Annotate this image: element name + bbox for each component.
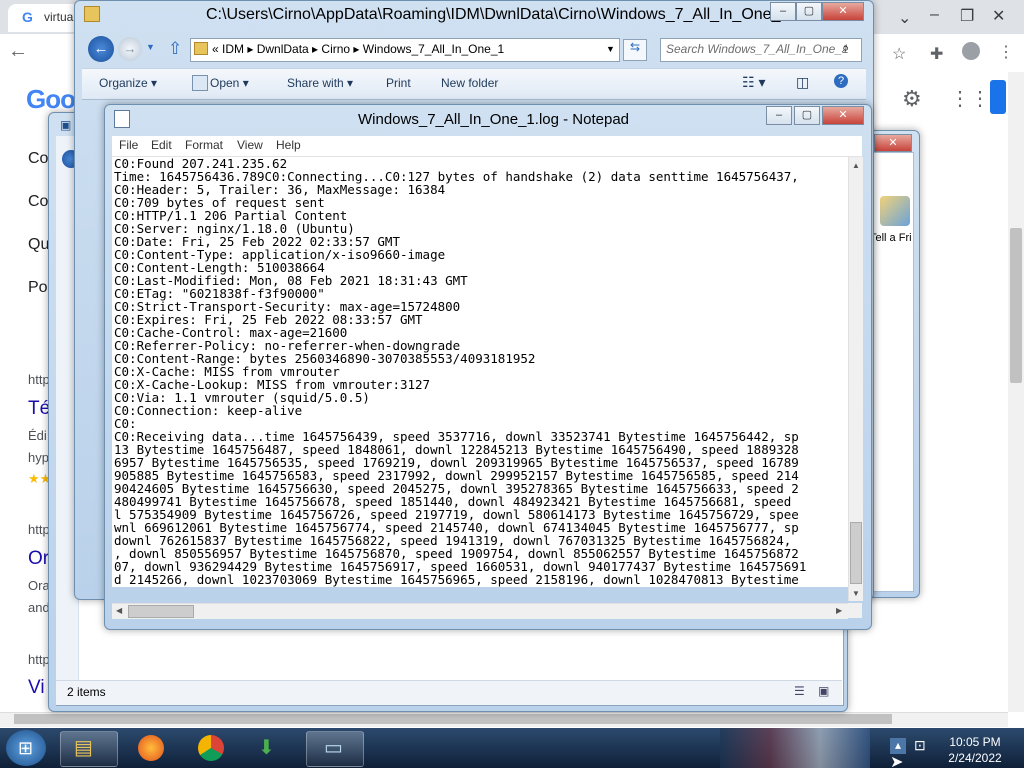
- menu-edit[interactable]: Edit: [151, 138, 172, 152]
- folder-icon: ▤: [74, 737, 93, 759]
- window-icon: ▣: [60, 118, 72, 132]
- horizontal-scrollbar[interactable]: [112, 603, 848, 619]
- result-link[interactable]: Vi: [28, 677, 45, 699]
- open-icon: [192, 75, 208, 91]
- tell-friend-icon[interactable]: [880, 196, 910, 226]
- google-logo[interactable]: Goo: [26, 84, 76, 115]
- item-count: 2 items: [67, 685, 106, 699]
- menu-bar: [112, 136, 862, 157]
- search-icon[interactable]: ⌕: [842, 40, 849, 56]
- close-button[interactable]: ✕: [822, 106, 864, 125]
- address-dropdown-icon[interactable]: ▼: [606, 44, 615, 54]
- back-arrow-icon[interactable]: ←: [88, 36, 114, 62]
- page-vertical-scrollbar[interactable]: [1008, 72, 1024, 712]
- result-fragment: Co: [28, 193, 49, 210]
- result-snippet: and: [28, 600, 50, 615]
- result-link[interactable]: Té: [28, 398, 50, 420]
- scroll-left-icon[interactable]: ◀: [116, 606, 122, 615]
- menu-view[interactable]: View: [237, 138, 263, 152]
- notepad-icon: ▭: [324, 737, 343, 759]
- menu-format[interactable]: Format: [185, 138, 223, 152]
- close-icon[interactable]: ✕: [874, 134, 912, 152]
- minimize-button[interactable]: –: [766, 106, 792, 125]
- vertical-scroll-thumb[interactable]: [850, 522, 862, 584]
- address-breadcrumb[interactable]: « IDM ▸ DwnlData ▸ Cirno ▸ Windows_7_All…: [212, 42, 504, 56]
- help-icon[interactable]: ?: [834, 74, 848, 88]
- resize-grip[interactable]: [848, 603, 862, 618]
- organize-button[interactable]: Organize ▾: [99, 76, 157, 90]
- firefox-icon[interactable]: [138, 735, 164, 761]
- result-fragment: Qu: [28, 236, 50, 253]
- preview-pane-icon[interactable]: ◫: [796, 74, 809, 91]
- windows-logo-icon: ⊞: [18, 738, 34, 758]
- details-view-icon[interactable]: ☰: [794, 684, 805, 698]
- clock-time: 10:05 PM: [949, 735, 1001, 749]
- status-bar: [56, 680, 842, 705]
- page-scroll-thumb[interactable]: [1010, 228, 1022, 383]
- recent-pages-chevron-icon[interactable]: ▼: [146, 42, 155, 52]
- print-button[interactable]: Print: [386, 76, 411, 90]
- window-title: C:\Users\Cirno\AppData\Roaming\IDM\DwnlD…: [206, 6, 790, 23]
- minimize-button[interactable]: –: [770, 2, 796, 21]
- up-folder-icon[interactable]: ⇧: [168, 39, 182, 59]
- folder-icon: [194, 42, 208, 55]
- result-url: http: [28, 372, 50, 387]
- minimize-icon[interactable]: –: [930, 6, 939, 24]
- result-fragment: Co: [28, 150, 49, 167]
- new-folder-button[interactable]: New folder: [441, 76, 498, 90]
- chevron-down-icon[interactable]: ⌄: [898, 8, 911, 28]
- menu-help[interactable]: Help: [276, 138, 301, 152]
- chrome-icon[interactable]: [198, 735, 224, 761]
- menu-file[interactable]: File: [119, 138, 138, 152]
- folder-icon: [84, 6, 100, 22]
- search-placeholder[interactable]: Search Windows_7_All_In_One_1: [666, 42, 849, 56]
- mouse-cursor: ➤: [890, 754, 904, 771]
- gear-icon[interactable]: ⚙: [902, 86, 922, 112]
- browser-back-icon[interactable]: ←: [8, 40, 28, 63]
- refresh-icon[interactable]: ⇆: [623, 39, 647, 61]
- restore-icon[interactable]: ❐: [960, 6, 974, 26]
- close-icon[interactable]: ✕: [992, 6, 1005, 26]
- result-link[interactable]: Or: [28, 548, 49, 570]
- change-view-icon[interactable]: ☷ ▾: [742, 74, 765, 91]
- scroll-right-icon[interactable]: ▶: [836, 606, 842, 615]
- notepad-title: Windows_7_All_In_One_1.log - Notepad: [358, 111, 630, 128]
- more-menu-icon[interactable]: ⋮: [998, 42, 1014, 62]
- forward-arrow-icon[interactable]: →: [118, 37, 142, 61]
- close-button[interactable]: ✕: [822, 2, 864, 21]
- result-fragment: Po: [28, 279, 48, 296]
- browser-tab-title[interactable]: virtua: [44, 10, 73, 24]
- wallpaper-fragment: [720, 728, 870, 768]
- result-snippet: Ora: [28, 578, 50, 593]
- result-snippet: hyp: [28, 450, 49, 465]
- horizontal-scroll-thumb[interactable]: [128, 605, 194, 618]
- notepad-text-area[interactable]: C0:Found 207.241.235.62 Time: 1645756436…: [112, 157, 848, 587]
- clock-date: 2/24/2022: [948, 751, 1002, 765]
- tiles-view-icon[interactable]: ▣: [818, 684, 829, 698]
- extensions-icon[interactable]: ✚: [930, 44, 943, 64]
- scroll-down-icon[interactable]: ▼: [852, 589, 860, 598]
- system-clock[interactable]: 10:05 PM 2/24/2022: [935, 734, 1015, 766]
- page-hscroll-thumb[interactable]: [14, 714, 892, 724]
- tell-friend-label[interactable]: Tell a Fri: [870, 232, 912, 244]
- log-text[interactable]: C0:Found 207.241.235.62 Time: 1645756436…: [114, 157, 806, 586]
- notepad-icon: [114, 110, 130, 128]
- profile-avatar-icon[interactable]: [962, 42, 980, 60]
- scroll-up-icon[interactable]: ▲: [852, 161, 860, 170]
- result-snippet: Édi: [28, 428, 47, 443]
- google-favicon-icon: G: [22, 9, 33, 25]
- result-url: http: [28, 652, 50, 667]
- bookmark-star-icon[interactable]: ☆: [892, 44, 906, 64]
- sign-in-button[interactable]: [990, 80, 1006, 114]
- maximize-button[interactable]: ▢: [796, 2, 822, 21]
- result-url: http: [28, 522, 50, 537]
- maximize-button[interactable]: ▢: [794, 106, 820, 125]
- idm-icon[interactable]: ⬇: [258, 735, 275, 760]
- network-icon[interactable]: ⊡: [914, 737, 926, 754]
- open-button[interactable]: Open ▾: [210, 76, 249, 90]
- share-with-button[interactable]: Share with ▾: [287, 76, 353, 90]
- browser-window-controls: ⌄ – ❐ ✕: [888, 2, 1024, 32]
